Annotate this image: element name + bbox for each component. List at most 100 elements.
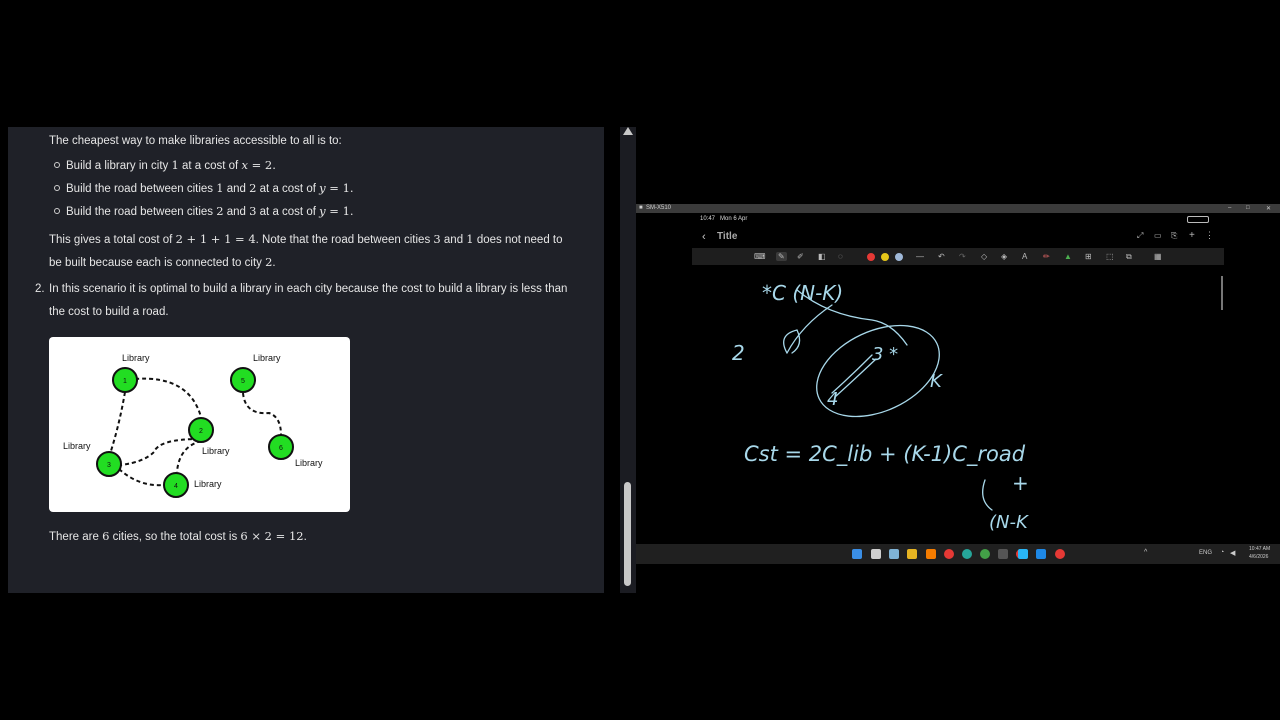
library-label: Library [295,458,323,468]
search-icon[interactable] [871,549,881,559]
list-number: 2. [35,283,45,295]
battery-icon [1187,216,1209,223]
eraser-icon[interactable]: ◧ [818,252,826,261]
total-cost-line-2: be built because each is connected to ci… [49,255,276,269]
library-label: Library [122,353,150,363]
chrome-icon[interactable] [944,549,954,559]
grid-icon[interactable]: ▦ [1154,252,1162,261]
edge-3-4 [118,468,165,487]
intro-text: The cheapest way to make libraries acces… [49,135,342,147]
insert-icon[interactable]: ⊞ [1085,252,1092,261]
line-width-icon[interactable]: — [916,252,924,261]
taskbar-time[interactable]: 10:47 AM [1249,546,1270,552]
bullet-icon [54,185,60,191]
library-label: Library [194,479,222,489]
marker-icon[interactable]: ▲ [1064,252,1072,261]
color-blue-swatch[interactable] [895,253,903,261]
chevron-left-icon[interactable]: ‹ [702,231,706,243]
window-titlebar[interactable]: ■ SM-X510 – □ ✕ [636,204,1280,213]
library-label: Library [63,441,91,451]
edge-1-2 [134,377,202,418]
drawing-canvas[interactable]: *C (N-K) 2 3 * 4 K Cst = 2C_lib + (K-1)C… [692,265,1224,544]
total-cost-line-1: This gives a total cost of 2 + 1 + 1 = 4… [49,232,563,246]
library-label: Library [253,353,281,363]
ink-c-nk: *C (N-K) [762,281,843,305]
node-6-label: 6 [279,445,283,452]
tablet-mirror-window: ■ SM-X510 – □ ✕ 10:47 Mon 6 Apr ‹ Title … [636,204,1280,564]
brave-icon[interactable] [926,549,936,559]
chrome-profile-icon[interactable] [980,549,990,559]
add-icon[interactable]: + [1189,230,1195,241]
taskbar: ^ ENG ◔ ◀ 10:47 AM 4/6/2026 [636,544,1280,564]
redo-icon[interactable]: ↷ [959,252,966,261]
lasso-icon[interactable]: ◌ [838,252,843,261]
ink-node-4: 4 [827,389,838,410]
ink-node-3: 3 * [872,344,898,365]
close-button[interactable]: ✕ [1266,205,1271,212]
edge-icon[interactable] [962,549,972,559]
bullet-icon [54,162,60,168]
app-icon[interactable] [1018,549,1028,559]
scrollbar-thumb[interactable] [624,482,631,586]
edge-5-6 [242,392,282,436]
chrome-app-icon[interactable] [1055,549,1065,559]
mail-icon[interactable] [889,549,899,559]
pencil-icon[interactable]: ✏ [1043,252,1050,261]
bullet-2: Build the road between cities 1 and 2 at… [66,181,354,195]
color-yellow-swatch[interactable] [881,253,889,261]
copy-icon[interactable]: ⧉ [1126,252,1132,262]
volume-icon[interactable]: ◀ [1230,549,1235,557]
ink-cost-formula: Cst = 2C_lib + (K-1)C_road [744,442,1026,467]
status-time: 10:47 [700,216,716,222]
color-red-swatch[interactable] [867,253,875,261]
language-indicator[interactable]: ENG [1199,550,1212,556]
ink-stroke [982,479,993,511]
status-date: Mon 6 Apr [720,216,748,222]
pen-icon[interactable]: ✎ [776,252,787,261]
ink-plus: + [1012,471,1029,495]
graph-figure: 1 2 3 4 5 6 Library Library Library Libr… [49,337,350,512]
graph-svg: 1 2 3 4 5 6 Library Library Library Libr… [63,353,323,498]
minimize-button[interactable]: – [1228,205,1231,211]
window-title: SM-X510 [646,205,672,211]
undo-icon[interactable]: ↶ [938,252,945,261]
more-icon[interactable]: ⋮ [1205,230,1214,241]
note-title[interactable]: Title [717,231,737,242]
vscode-icon[interactable] [1036,549,1046,559]
maximize-button[interactable]: □ [1246,205,1250,211]
library-label: Library [202,446,230,456]
edge-2-3 [120,438,200,466]
app-icon: ■ [639,205,643,211]
tray-chevron-icon[interactable]: ^ [1144,549,1147,556]
node-2-label: 2 [199,428,203,435]
final-text: There are 6 cities, so the total cost is… [49,529,307,543]
item2-line-1: In this scenario it is optimal to build … [49,283,568,295]
node-3-label: 3 [107,462,111,469]
highlighter-icon[interactable]: ✐ [797,252,804,261]
graph-nodes [96,367,294,498]
scroll-up-icon[interactable] [623,127,633,135]
share-icon[interactable]: ⎘ [1171,231,1177,241]
edge-2-4 [176,440,202,473]
book-icon[interactable]: ▭ [1154,231,1162,240]
ink-node-2: 2 [732,341,745,365]
text-icon[interactable]: A [1022,252,1027,261]
canvas-scrollbar[interactable] [1221,276,1223,310]
shape-icon[interactable]: ◇ [981,252,987,261]
ink-n-minus-k: (N-K [989,512,1029,533]
terminal-icon[interactable] [998,549,1008,559]
fill-icon[interactable]: ◈ [1001,252,1007,261]
ink-stroke [786,304,833,354]
wifi-icon[interactable]: ◔ [1220,549,1224,556]
expand-icon[interactable]: ⤢ [1137,231,1143,241]
handwriting-svg: *C (N-K) 2 3 * 4 K Cst = 2C_lib + (K-1)C… [732,281,1029,533]
bullet-1: Build a library in city 1 at a cost of x… [66,158,276,172]
keyboard-icon[interactable]: ⌨ [754,252,766,261]
taskbar-date[interactable]: 4/6/2026 [1249,554,1268,560]
start-icon[interactable] [852,549,862,559]
crop-icon[interactable]: ⬚ [1106,252,1114,261]
node-4-label: 4 [174,483,178,490]
edge-1-3 [108,391,126,458]
folder-icon[interactable] [907,549,917,559]
ink-stroke [834,358,877,398]
